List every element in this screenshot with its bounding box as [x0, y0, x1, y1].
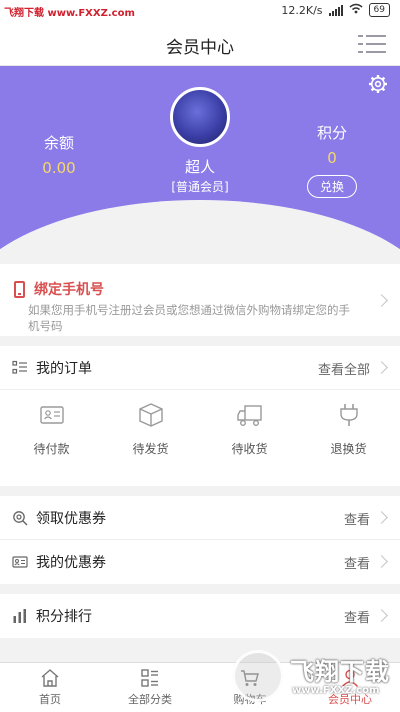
nav-label: 购物车 [233, 693, 267, 706]
nav-cart[interactable]: 购物车 [200, 663, 300, 712]
view-all-orders-link[interactable]: 查看全部 [318, 359, 370, 378]
points-ranking-row[interactable]: 积分排行 查看 [0, 594, 400, 638]
points-ranking-label: 积分排行 [36, 609, 92, 625]
gear-icon[interactable] [368, 74, 388, 94]
coupon-card-icon [12, 556, 28, 568]
nav-home[interactable]: 首页 [0, 663, 100, 712]
order-item-label: 退换货 [330, 442, 367, 456]
order-list-icon [12, 360, 27, 374]
status-watermark: 飞翔下载 www.FXXZ.com [4, 8, 135, 19]
bar-chart-icon [13, 609, 26, 623]
delivery-truck-icon [236, 405, 262, 427]
package-box-icon [138, 403, 163, 427]
coupon-search-icon [13, 511, 28, 526]
points-ranking-view-link[interactable]: 查看 [344, 607, 370, 626]
points-label: 积分 [316, 124, 347, 142]
chevron-right-icon [375, 511, 388, 524]
my-coupons-view-link[interactable]: 查看 [344, 553, 370, 572]
my-coupons-row[interactable]: 我的优惠券 查看 [0, 540, 400, 584]
chevron-right-icon [375, 555, 388, 568]
nav-label: 首页 [39, 693, 61, 706]
order-pending-shipment[interactable]: 待发货 [101, 402, 200, 457]
battery-indicator: 69 [368, 3, 390, 17]
nav-label: 全部分类 [128, 693, 172, 706]
header-curve [0, 200, 400, 250]
network-speed: 12.2K/s [281, 3, 323, 17]
wallet-card-icon [39, 406, 64, 424]
order-pending-receipt[interactable]: 待收货 [200, 402, 299, 457]
chevron-right-icon [375, 294, 388, 307]
home-icon [41, 669, 59, 687]
return-plug-icon [339, 404, 358, 426]
order-returns[interactable]: 退换货 [299, 402, 398, 457]
member-icon [341, 669, 359, 687]
page-title: 会员中心 [166, 38, 234, 58]
avatar[interactable] [170, 87, 230, 147]
bottom-nav: 首页 全部分类 购物车 会员中心 [0, 662, 400, 712]
signal-icon [328, 4, 343, 16]
order-item-label: 待收货 [231, 442, 268, 456]
my-coupons-label: 我的优惠券 [36, 555, 106, 571]
points-block: 积分 0 兑换 [300, 122, 364, 198]
coupons-section: 领取优惠券 查看 我的优惠券 查看 [0, 496, 400, 584]
chevron-right-icon [375, 361, 388, 374]
bind-phone-card[interactable]: 绑定手机号 如果您用手机号注册过会员或您想通过微信外购物请绑定您的手机号码 [0, 264, 400, 336]
nav-member-center[interactable]: 会员中心 [300, 663, 400, 712]
orders-section: 我的订单 查看全部 待付款 待发货 待收货 退换货 [0, 346, 400, 486]
bind-phone-description: 如果您用手机号注册过会员或您想通过微信外购物请绑定您的手机号码 [28, 303, 350, 333]
nav-categories[interactable]: 全部分类 [100, 663, 200, 712]
order-pending-payment[interactable]: 待付款 [2, 402, 101, 457]
claim-coupon-label: 领取优惠券 [36, 511, 106, 527]
phone-icon [14, 281, 25, 298]
points-ranking-section: 积分排行 查看 [0, 594, 400, 638]
title-bar: 会员中心 [0, 22, 400, 66]
profile-header: 余额 0.00 超人 [普通会员] 积分 0 兑换 [0, 66, 400, 250]
chevron-right-icon [375, 609, 388, 622]
orders-title: 我的订单 [36, 361, 92, 377]
menu-list-icon[interactable] [358, 34, 386, 54]
nav-label: 会员中心 [328, 693, 372, 706]
wifi-icon [349, 3, 363, 17]
order-item-label: 待付款 [33, 442, 70, 456]
order-item-label: 待发货 [132, 442, 169, 456]
cart-icon [241, 670, 259, 686]
balance-label: 余额 [43, 134, 74, 152]
claim-coupon-row[interactable]: 领取优惠券 查看 [0, 496, 400, 540]
status-bar: 飞翔下载 www.FXXZ.com 12.2K/s 69 [0, 0, 400, 22]
orders-header[interactable]: 我的订单 查看全部 [0, 346, 400, 390]
points-value: 0 [327, 149, 337, 167]
exchange-button[interactable]: 兑换 [306, 175, 357, 198]
bind-phone-title: 绑定手机号 [34, 282, 104, 298]
claim-coupon-view-link[interactable]: 查看 [344, 509, 370, 528]
category-icon [141, 669, 158, 687]
